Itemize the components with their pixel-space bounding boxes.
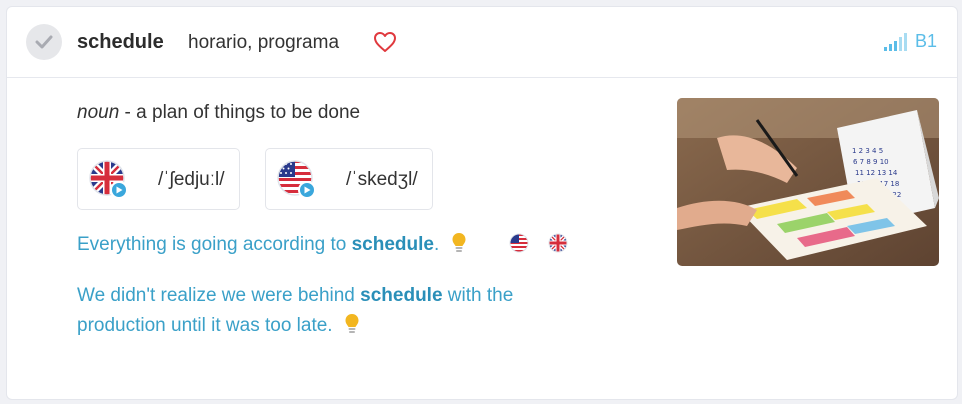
definition: noun - a plan of things to be done [77,102,360,124]
svg-text:11 12 13 14: 11 12 13 14 [855,169,898,177]
example-text: production until it was too late. [77,315,333,336]
example-keyword: schedule [360,285,443,306]
example-text: Everything is going according to [77,234,352,255]
lightbulb-icon[interactable] [344,313,360,335]
word-card: schedule horario, programa B1 noun - a p… [6,6,958,400]
mark-learned-button[interactable] [26,24,62,60]
svg-text:6 7 8 9 10: 6 7 8 9 10 [853,158,889,166]
us-flag-icon [277,160,316,199]
heart-icon[interactable] [373,31,397,53]
pronunciation-us-button[interactable]: /ˈskedʒl/ [265,148,433,210]
definition-text: - a plan of things to be done [119,102,361,123]
example-sentence-1: Everything is going according to schedul… [77,230,467,260]
part-of-speech: noun [77,102,120,123]
example-text: We didn't realize we were behind [77,285,361,306]
card-header: schedule horario, programa B1 [7,7,957,78]
level-label: B1 [914,31,937,51]
word-illustration-image: 1 2 3 4 5 6 7 8 9 10 11 12 13 14 15 16 1… [677,98,939,266]
uk-flag-audio-icon[interactable] [548,233,568,253]
ipa-us: /ˈskedʒl/ [346,169,418,190]
lightbulb-icon[interactable] [451,232,467,254]
ipa-uk: /ˈʃedjuːl/ [158,169,225,190]
us-flag-audio-icon[interactable] [509,233,529,253]
headword: schedule [77,31,164,53]
pronunciation-uk-button[interactable]: /ˈʃedjuːl/ [77,148,240,210]
example-text: with the [442,285,514,306]
translation: horario, programa [188,32,340,53]
level-indicator: B1 [883,31,937,51]
checkmark-icon [35,35,53,49]
example-keyword: schedule [351,234,434,255]
example-text: . [433,234,440,255]
uk-flag-icon [89,160,128,199]
signal-bars-icon [883,33,907,51]
svg-text:1 2 3 4 5: 1 2 3 4 5 [852,147,883,155]
example-sentence-2: We didn't realize we were behind schedul… [77,281,513,341]
